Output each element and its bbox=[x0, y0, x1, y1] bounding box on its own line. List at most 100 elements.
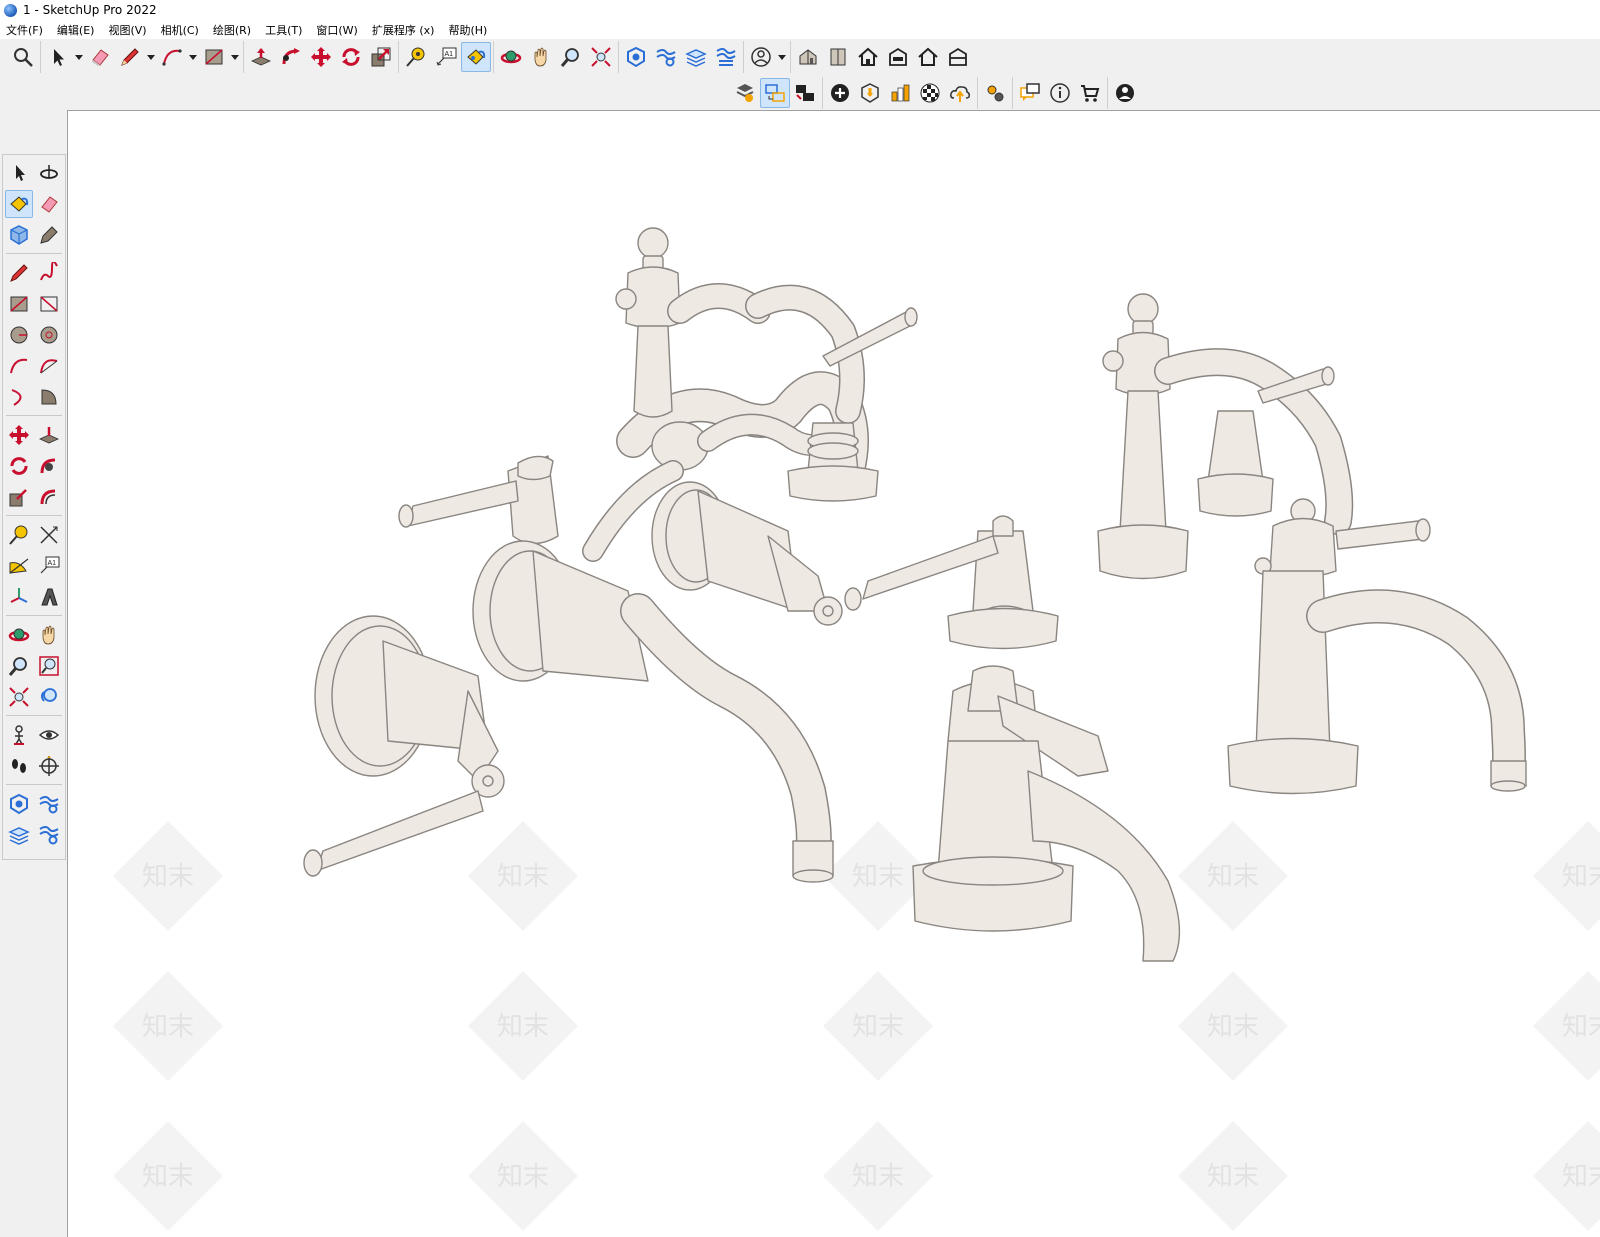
search-button[interactable] bbox=[8, 42, 38, 72]
lt-zoom-button[interactable] bbox=[5, 652, 33, 680]
extension-a-button[interactable] bbox=[621, 42, 651, 72]
move-button[interactable] bbox=[306, 42, 336, 72]
menu-view[interactable]: 视图(V) bbox=[108, 22, 146, 38]
rotate-button[interactable] bbox=[336, 42, 366, 72]
lt-3d-text-button[interactable] bbox=[35, 583, 63, 611]
lt-push-pull-button[interactable] bbox=[35, 421, 63, 449]
extension-b-button[interactable] bbox=[651, 42, 681, 72]
lt-look-around-button[interactable] bbox=[35, 721, 63, 749]
lt-rotated-rectangle-button[interactable] bbox=[35, 290, 63, 318]
account-dropdown[interactable] bbox=[776, 42, 788, 72]
view-top-button[interactable] bbox=[823, 42, 853, 72]
select-button[interactable] bbox=[43, 42, 73, 72]
material-button[interactable] bbox=[915, 78, 945, 108]
lt-extension-b-button[interactable] bbox=[35, 790, 63, 818]
lt-move-button[interactable] bbox=[5, 421, 33, 449]
menu-edit[interactable]: 编辑(E) bbox=[57, 22, 95, 38]
lt-rotate-button[interactable] bbox=[5, 452, 33, 480]
lt-two-point-arc-button[interactable] bbox=[35, 352, 63, 380]
lt-section-plane-button[interactable] bbox=[35, 752, 63, 780]
lt-axes-button[interactable] bbox=[5, 583, 33, 611]
lt-paint-bucket-button[interactable] bbox=[5, 189, 33, 218]
lt-polygon-button[interactable] bbox=[35, 321, 63, 349]
lt-walk-button[interactable] bbox=[5, 752, 33, 780]
lt-three-point-arc-button[interactable] bbox=[5, 383, 33, 411]
lt-dimension-button[interactable] bbox=[35, 521, 63, 549]
lt-offset-button[interactable] bbox=[35, 483, 63, 511]
lt-zoom-extents-button[interactable] bbox=[5, 683, 33, 711]
lt-tape-measure-button[interactable] bbox=[5, 521, 33, 549]
lt-circle-button[interactable] bbox=[5, 321, 33, 349]
menu-help[interactable]: 帮助(H) bbox=[448, 22, 487, 38]
lt-eraser-button[interactable] bbox=[35, 190, 63, 218]
lt-text-button[interactable]: A1 bbox=[35, 552, 63, 580]
lt-rectangle-button[interactable] bbox=[5, 290, 33, 318]
follow-me-button[interactable] bbox=[276, 42, 306, 72]
menu-camera[interactable]: 相机(C) bbox=[161, 22, 199, 38]
lt-position-camera-button[interactable] bbox=[5, 721, 33, 749]
menu-tools[interactable]: 工具(T) bbox=[265, 22, 302, 38]
eraser-button[interactable] bbox=[85, 42, 115, 72]
line-dropdown[interactable] bbox=[145, 42, 157, 72]
lt-select-button[interactable] bbox=[5, 159, 33, 187]
model-viewport[interactable]: 知末知末知末知末知末知末知末知末知末知末知末知末知末知末知末 bbox=[67, 110, 1600, 1237]
warehouse-button[interactable] bbox=[855, 78, 885, 108]
add-location-button[interactable] bbox=[825, 78, 855, 108]
lt-follow-me-button[interactable] bbox=[35, 452, 63, 480]
push-pull-button[interactable] bbox=[246, 42, 276, 72]
cloud-upload-button[interactable] bbox=[945, 78, 975, 108]
text-button[interactable]: A1 bbox=[431, 42, 461, 72]
tape-measure-button[interactable] bbox=[401, 42, 431, 72]
view-front-button[interactable] bbox=[853, 42, 883, 72]
sync-button[interactable] bbox=[760, 78, 790, 108]
extension-d-button[interactable] bbox=[711, 42, 741, 72]
pan-button[interactable] bbox=[526, 42, 556, 72]
scale-button[interactable] bbox=[366, 42, 396, 72]
lt-extension-c-button[interactable] bbox=[5, 821, 33, 849]
store-button[interactable] bbox=[1075, 78, 1105, 108]
menu-window[interactable]: 窗口(W) bbox=[316, 22, 357, 38]
lt-orbit-button[interactable] bbox=[35, 159, 63, 187]
lt-previous-view-button[interactable] bbox=[35, 683, 63, 711]
lt-protractor-button[interactable] bbox=[5, 552, 33, 580]
lt-scale-button[interactable] bbox=[5, 483, 33, 511]
lt-freehand-button[interactable] bbox=[35, 259, 63, 287]
lt-pan-button[interactable] bbox=[35, 621, 63, 649]
style-settings-button[interactable] bbox=[730, 78, 760, 108]
lt-zoom-window-button[interactable] bbox=[35, 652, 63, 680]
scene-button[interactable] bbox=[790, 78, 820, 108]
view-iso-button[interactable] bbox=[793, 42, 823, 72]
info-button[interactable] bbox=[1045, 78, 1075, 108]
lt-pie-button[interactable] bbox=[35, 383, 63, 411]
lt-component-button[interactable] bbox=[5, 221, 33, 249]
zoom-extents-button[interactable] bbox=[586, 42, 616, 72]
account-button[interactable] bbox=[746, 42, 776, 72]
zoom-button[interactable] bbox=[556, 42, 586, 72]
extension-manager-button[interactable] bbox=[980, 78, 1010, 108]
lt-line-button[interactable] bbox=[5, 259, 33, 287]
lt-arc-button[interactable] bbox=[5, 352, 33, 380]
menu-draw[interactable]: 绘图(R) bbox=[213, 22, 251, 38]
line-button[interactable] bbox=[115, 42, 145, 72]
view-left-button[interactable] bbox=[943, 42, 973, 72]
view-right-button[interactable] bbox=[883, 42, 913, 72]
title-bar: 1 - SketchUp Pro 2022 bbox=[0, 0, 1600, 20]
extension-warehouse-button[interactable] bbox=[885, 78, 915, 108]
profile-button[interactable] bbox=[1110, 78, 1140, 108]
lt-orbit-camera-button[interactable] bbox=[5, 621, 33, 649]
lt-extension-a-button[interactable] bbox=[5, 790, 33, 818]
lt-extension-d-button[interactable] bbox=[35, 821, 63, 849]
arc-dropdown[interactable] bbox=[187, 42, 199, 72]
menu-file[interactable]: 文件(F) bbox=[6, 22, 43, 38]
rectangle-button[interactable] bbox=[199, 42, 229, 72]
select-dropdown[interactable] bbox=[73, 42, 85, 72]
paint-bucket-button[interactable] bbox=[461, 42, 491, 72]
lt-tag-button[interactable] bbox=[35, 221, 63, 249]
rectangle-dropdown[interactable] bbox=[229, 42, 241, 72]
extension-c-button[interactable] bbox=[681, 42, 711, 72]
view-back-button[interactable] bbox=[913, 42, 943, 72]
menu-extensions[interactable]: 扩展程序 (x) bbox=[372, 22, 435, 38]
arc-button[interactable] bbox=[157, 42, 187, 72]
forum-button[interactable] bbox=[1015, 78, 1045, 108]
orbit-button[interactable] bbox=[496, 42, 526, 72]
